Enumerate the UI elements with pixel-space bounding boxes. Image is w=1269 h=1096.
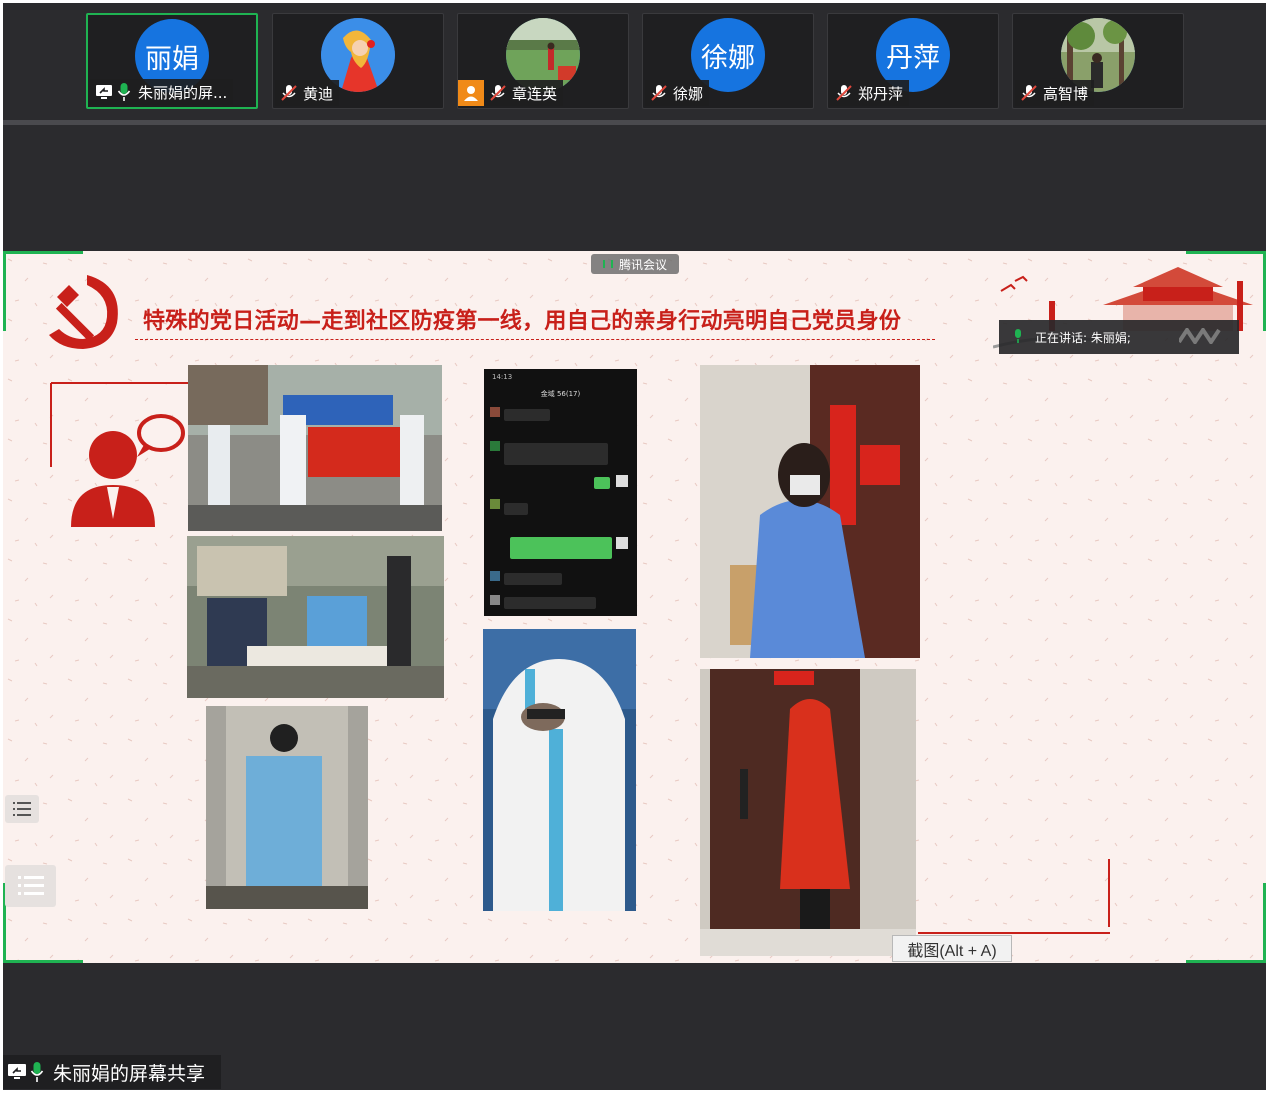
participant-tile[interactable]: 黄迪 (272, 13, 444, 109)
participant-tile[interactable]: 章连英 (457, 13, 629, 109)
photo-elevator (206, 706, 368, 909)
participant-name: 章连英 (512, 84, 558, 103)
mic-muted-icon (834, 83, 854, 103)
participant-tile[interactable]: 高智博 (1012, 13, 1184, 109)
decor-line (918, 932, 1110, 934)
signal-icon (602, 260, 613, 268)
participant-name-bar: 黄迪 (275, 80, 340, 106)
participant-name: 朱丽娟的屏... (138, 83, 228, 102)
share-indicator-label: 朱丽娟的屏幕共享 (53, 1062, 206, 1085)
phone-chat-screenshot: 14:13 金域 56(17) (484, 369, 637, 616)
participant-name-bar: 徐娜 (645, 80, 710, 106)
divider (3, 120, 1266, 125)
list-icon (13, 802, 31, 816)
mic-muted-icon (279, 83, 299, 103)
speaker-icon (50, 382, 189, 527)
title-divider (135, 339, 935, 340)
photo-supplies (187, 536, 444, 698)
outline-menu-button[interactable] (5, 865, 56, 907)
chat-time: 14:13 (492, 373, 513, 381)
meeting-tag-label: 腾讯会议 (618, 257, 667, 272)
screen-share-icon (94, 82, 114, 102)
person-icon (458, 80, 484, 106)
photo-flag-volunteers (188, 365, 442, 531)
screen-share-indicator[interactable]: 朱丽娟的屏幕共享 (3, 1055, 221, 1089)
photo-doorway-blue-gown (700, 365, 920, 658)
mic-muted-icon (488, 83, 508, 103)
participant-name: 郑丹萍 (858, 84, 904, 103)
participant-name-bar: 郑丹萍 (830, 80, 910, 106)
participant-name: 黄迪 (303, 84, 334, 103)
mic-muted-icon (1019, 83, 1039, 103)
frame-corner (1186, 883, 1266, 963)
mic-muted-icon (649, 83, 669, 103)
microphone-icon (27, 1062, 47, 1082)
participant-name-bar: 高智博 (1015, 80, 1095, 106)
participant-strip: 丽娟 朱丽娟的屏... 黄迪 章连英 徐娜 徐娜 丹萍 郑丹萍 高智博 (3, 3, 1266, 120)
photo-protective-suit (483, 629, 636, 911)
chat-header: 金域 56(17) (540, 390, 581, 398)
voice-wave-icon (1177, 325, 1223, 347)
participant-tile[interactable]: 丹萍 郑丹萍 (827, 13, 999, 109)
photo-doorway-red-poncho (700, 669, 916, 956)
party-emblem-icon (49, 275, 118, 349)
microphone-icon (114, 82, 134, 102)
decor-line (1108, 859, 1110, 927)
screenshot-tooltip: 截图(Alt + A) (892, 935, 1012, 962)
screen-share-icon (7, 1062, 27, 1082)
participant-name: 徐娜 (673, 84, 704, 103)
participant-tile[interactable]: 徐娜 徐娜 (642, 13, 814, 109)
participant-tile[interactable]: 丽娟 朱丽娟的屏... (86, 13, 258, 109)
slide-title: 特殊的党日活动—走到社区防疫第一线，用自己的亲身行动亮明自己党员身份 (143, 309, 902, 334)
participant-name: 高智博 (1043, 84, 1089, 103)
microphone-icon (1013, 328, 1023, 346)
meeting-tag[interactable]: 腾讯会议 (591, 254, 679, 274)
list-menu-button[interactable] (5, 795, 39, 823)
shared-screen[interactable]: 腾讯会议 特殊的党日活动—走到社区防疫第一线，用自己的亲身行动亮明自己党员身份 … (3, 251, 1266, 963)
participant-name-bar: 朱丽娟的屏... (90, 79, 234, 105)
active-speaker-indicator: 正在讲话: 朱丽娟; (999, 320, 1239, 354)
meeting-window: 丽娟 朱丽娟的屏... 黄迪 章连英 徐娜 徐娜 丹萍 郑丹萍 高智博 腾讯会议… (3, 3, 1266, 1090)
participant-name-bar: 章连英 (458, 80, 564, 106)
list-icon (17, 876, 44, 895)
active-speaker-label: 正在讲话: 朱丽娟; (1035, 330, 1131, 345)
